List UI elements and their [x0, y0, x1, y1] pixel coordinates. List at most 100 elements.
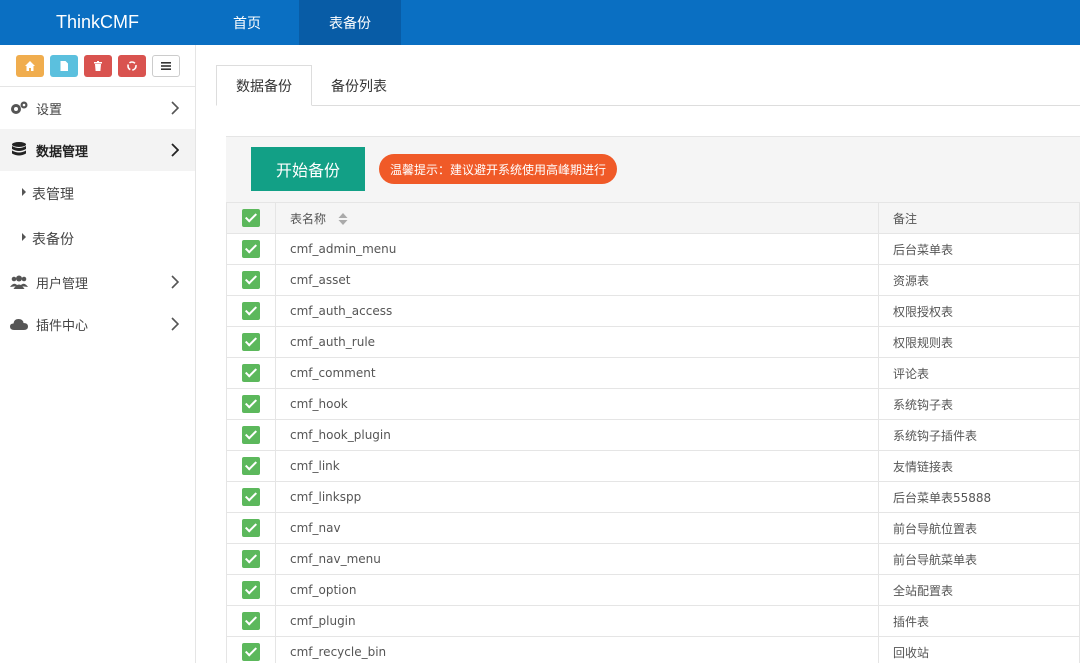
sidebar-subitem-table-backup[interactable]: 表备份	[0, 216, 195, 261]
list-icon	[160, 61, 171, 70]
row-checkbox[interactable]	[242, 488, 260, 506]
table-row: cmf_auth_access 权限授权表	[226, 295, 1080, 327]
shortcut-bar	[0, 45, 195, 87]
row-checkbox-cell	[226, 450, 276, 482]
table-row: cmf_hook_plugin 系统钩子插件表	[226, 419, 1080, 451]
row-checkbox-cell	[226, 481, 276, 513]
row-checkbox[interactable]	[242, 395, 260, 413]
table-body: cmf_admin_menu 后台菜单表 cmf_asset 资源表 cmf_auth_…	[226, 233, 1080, 663]
table-row: cmf_nav 前台导航位置表	[226, 512, 1080, 544]
list-shortcut-button[interactable]	[151, 54, 180, 77]
row-checkbox-cell	[226, 357, 276, 389]
caret-right-icon	[22, 232, 26, 241]
table-name-cell: cmf_auth_access	[275, 295, 879, 327]
table-row: cmf_nav_menu 前台导航菜单表	[226, 543, 1080, 575]
table-name-cell: cmf_plugin	[275, 605, 879, 637]
sidebar-subitem-table-management[interactable]: 表管理	[0, 171, 195, 216]
home-shortcut-button[interactable]	[15, 54, 44, 77]
caret-right-icon	[22, 187, 26, 196]
table-note-cell: 全站配置表	[878, 574, 1080, 606]
trash-shortcut-button[interactable]	[83, 54, 112, 77]
row-checkbox[interactable]	[242, 612, 260, 630]
sidebar-item-data-management[interactable]: 数据管理	[0, 129, 195, 171]
file-shortcut-button[interactable]	[49, 54, 78, 77]
row-checkbox[interactable]	[242, 302, 260, 320]
row-checkbox-cell	[226, 388, 276, 420]
row-checkbox-cell	[226, 419, 276, 451]
row-checkbox[interactable]	[242, 643, 260, 661]
table-note-cell: 系统钩子插件表	[878, 419, 1080, 451]
column-header-name[interactable]: 表名称	[275, 202, 879, 234]
nav-home[interactable]: 首页	[195, 0, 299, 45]
table-note-cell: 评论表	[878, 357, 1080, 389]
row-checkbox-cell	[226, 233, 276, 265]
table-row: cmf_auth_rule 权限规则表	[226, 326, 1080, 358]
gears-icon	[8, 99, 30, 117]
table-name-cell: cmf_hook_plugin	[275, 419, 879, 451]
chevron-right-icon	[171, 275, 179, 289]
row-checkbox[interactable]	[242, 426, 260, 444]
table-name-cell: cmf_auth_rule	[275, 326, 879, 358]
select-all-cell	[226, 202, 276, 234]
table-note-cell: 回收站	[878, 636, 1080, 663]
table-note-cell: 系统钩子表	[878, 388, 1080, 420]
table-note-cell: 后台菜单表	[878, 233, 1080, 265]
select-all-checkbox[interactable]	[242, 209, 260, 227]
main-content: 数据备份 备份列表 开始备份 温馨提示：建议避开系统使用高峰期进行 表名称 备注…	[196, 45, 1080, 663]
home-icon	[24, 60, 35, 71]
database-icon	[8, 141, 30, 159]
table-row: cmf_plugin 插件表	[226, 605, 1080, 637]
tab-bar: 数据备份 备份列表	[216, 65, 1080, 106]
nav-table-backup[interactable]: 表备份	[299, 0, 401, 45]
row-checkbox[interactable]	[242, 333, 260, 351]
row-checkbox-cell	[226, 295, 276, 327]
cloud-icon	[8, 315, 30, 333]
table-note-cell: 后台菜单表55888	[878, 481, 1080, 513]
row-checkbox[interactable]	[242, 240, 260, 258]
row-checkbox-cell	[226, 264, 276, 296]
table-note-cell: 前台导航位置表	[878, 512, 1080, 544]
tab-data-backup[interactable]: 数据备份	[216, 65, 312, 106]
table-row: cmf_admin_menu 后台菜单表	[226, 233, 1080, 265]
recycle-shortcut-button[interactable]	[117, 54, 146, 77]
row-checkbox-cell	[226, 605, 276, 637]
sort-icon[interactable]	[338, 213, 348, 225]
table-note-cell: 插件表	[878, 605, 1080, 637]
table-row: cmf_link 友情链接表	[226, 450, 1080, 482]
table-name-cell: cmf_link	[275, 450, 879, 482]
row-checkbox[interactable]	[242, 519, 260, 537]
users-icon	[8, 273, 30, 291]
row-checkbox-cell	[226, 543, 276, 575]
table-name-cell: cmf_linkspp	[275, 481, 879, 513]
sidebar-item-user-management[interactable]: 用户管理	[0, 261, 195, 303]
table-row: cmf_linkspp 后台菜单表55888	[226, 481, 1080, 513]
column-header-label: 表名称	[290, 211, 327, 226]
table-name-cell: cmf_admin_menu	[275, 233, 879, 265]
tab-backup-list[interactable]: 备份列表	[312, 65, 406, 106]
recycle-icon	[126, 60, 137, 71]
row-checkbox[interactable]	[242, 550, 260, 568]
sidebar-item-label: 插件中心	[36, 318, 89, 334]
row-checkbox-cell	[226, 636, 276, 663]
table-row: cmf_comment 评论表	[226, 357, 1080, 389]
table-name-cell: cmf_asset	[275, 264, 879, 296]
table-note-cell: 权限授权表	[878, 295, 1080, 327]
sidebar-item-plugin-center[interactable]: 插件中心	[0, 303, 195, 345]
sidebar-item-settings[interactable]: 设置	[0, 87, 195, 129]
start-backup-button[interactable]: 开始备份	[251, 147, 365, 191]
sidebar-subitem-label: 表备份	[32, 231, 74, 248]
row-checkbox[interactable]	[242, 457, 260, 475]
row-checkbox[interactable]	[242, 364, 260, 382]
table-name-cell: cmf_comment	[275, 357, 879, 389]
row-checkbox[interactable]	[242, 271, 260, 289]
row-checkbox[interactable]	[242, 581, 260, 599]
brand-logo[interactable]: ThinkCMF	[0, 12, 195, 33]
table-list: 表名称 备注 cmf_admin_menu 后台菜单表 cmf_asset 资源表 cm…	[226, 202, 1080, 663]
sidebar: 设置 数据管理 表管理 表备份 用户管理 插件中心	[0, 45, 196, 663]
table-note-cell: 资源表	[878, 264, 1080, 296]
chevron-right-icon	[171, 317, 179, 331]
sidebar-item-label: 数据管理	[36, 144, 89, 160]
warning-tip-badge: 温馨提示：建议避开系统使用高峰期进行	[379, 154, 618, 184]
table-row: cmf_asset 资源表	[226, 264, 1080, 296]
sidebar-subitem-label: 表管理	[32, 186, 74, 203]
